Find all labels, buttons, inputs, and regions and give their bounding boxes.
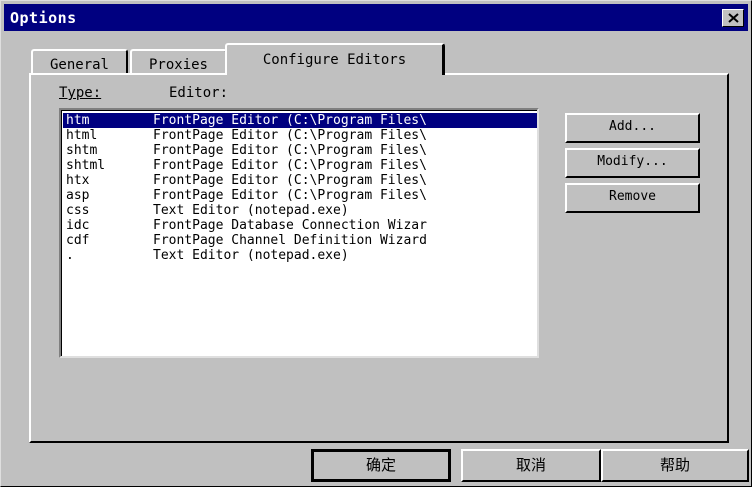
options-dialog: Options General Proxies Configure Editor… <box>0 0 752 487</box>
list-item-type: htx <box>66 173 90 188</box>
add-button-label: Add... <box>609 119 656 134</box>
close-button[interactable] <box>722 9 744 27</box>
tab-proxies[interactable]: Proxies <box>130 49 227 73</box>
list-item-type: cdf <box>66 233 90 248</box>
cancel-button[interactable]: 取消 <box>461 449 601 482</box>
editor-list[interactable]: htm FrontPage Editor (C:\Program Files\ ht… <box>59 108 539 358</box>
remove-button-label: Remove <box>609 189 656 204</box>
column-header-editor: Editor: <box>169 85 229 101</box>
help-button[interactable]: 帮助 <box>601 449 749 482</box>
list-item-type: . <box>66 248 74 263</box>
list-item[interactable]: shtm FrontPage Editor (C:\Program Files\ <box>63 143 537 158</box>
list-item-editor: Text Editor (notepad.exe) <box>153 248 349 263</box>
list-item[interactable]: css Text Editor (notepad.exe) <box>63 203 537 218</box>
help-button-label: 帮助 <box>659 456 690 474</box>
list-item-type: shtml <box>66 158 106 173</box>
modify-button[interactable]: Modify... <box>565 148 700 178</box>
list-item-type: idc <box>66 218 90 233</box>
list-item[interactable]: htm FrontPage Editor (C:\Program Files\ <box>63 113 537 128</box>
list-item-type: html <box>66 128 98 143</box>
list-item-editor: FrontPage Editor (C:\Program Files\ <box>153 128 427 143</box>
list-item-editor: Text Editor (notepad.exe) <box>153 203 349 218</box>
add-button[interactable]: Add... <box>565 113 700 143</box>
tab-proxies-label: Proxies <box>148 57 208 73</box>
list-item-type: css <box>66 203 90 218</box>
editor-list-inner: htm FrontPage Editor (C:\Program Files\ ht… <box>61 110 537 356</box>
list-item[interactable]: shtml FrontPage Editor (C:\Program Files\ <box>63 158 537 173</box>
list-item-editor: FrontPage Editor (C:\Program Files\ <box>153 113 427 128</box>
tab-configure-editors[interactable]: Configure Editors <box>225 43 445 75</box>
list-item-editor: FrontPage Editor (C:\Program Files\ <box>153 158 427 173</box>
tab-general[interactable]: General <box>31 49 128 73</box>
list-item-editor: FrontPage Editor (C:\Program Files\ <box>153 173 427 188</box>
list-item-type: shtm <box>66 143 98 158</box>
list-item-type: asp <box>66 188 90 203</box>
cancel-button-label: 取消 <box>515 456 546 474</box>
type-header-label: Type: <box>59 85 102 101</box>
list-item[interactable]: htx FrontPage Editor (C:\Program Files\ <box>63 173 537 188</box>
list-item[interactable]: cdf FrontPage Channel Definition Wizard <box>63 233 537 248</box>
ok-button-label: 确定 <box>365 456 396 474</box>
list-item-editor: FrontPage Channel Definition Wizard <box>153 233 427 248</box>
list-item-editor: FrontPage Database Connection Wizar <box>153 218 427 233</box>
ok-button[interactable]: 确定 <box>311 449 451 482</box>
list-item[interactable]: idc FrontPage Database Connection Wizar <box>63 218 537 233</box>
list-item[interactable]: html FrontPage Editor (C:\Program Files\ <box>63 128 537 143</box>
list-item[interactable]: . Text Editor (notepad.exe) <box>63 248 537 263</box>
modify-button-label: Modify... <box>597 154 668 169</box>
remove-button[interactable]: Remove <box>565 183 700 213</box>
list-item-editor: FrontPage Editor (C:\Program Files\ <box>153 188 427 203</box>
window-title: Options <box>10 9 77 27</box>
list-item[interactable]: asp FrontPage Editor (C:\Program Files\ <box>63 188 537 203</box>
list-item-editor: FrontPage Editor (C:\Program Files\ <box>153 143 427 158</box>
title-bar[interactable]: Options <box>4 4 748 31</box>
list-item-type: htm <box>66 113 90 128</box>
tab-configure-editors-label: Configure Editors <box>262 52 407 68</box>
column-header-type: Type: <box>59 85 101 101</box>
tab-general-label: General <box>49 57 109 73</box>
close-icon <box>728 13 739 23</box>
